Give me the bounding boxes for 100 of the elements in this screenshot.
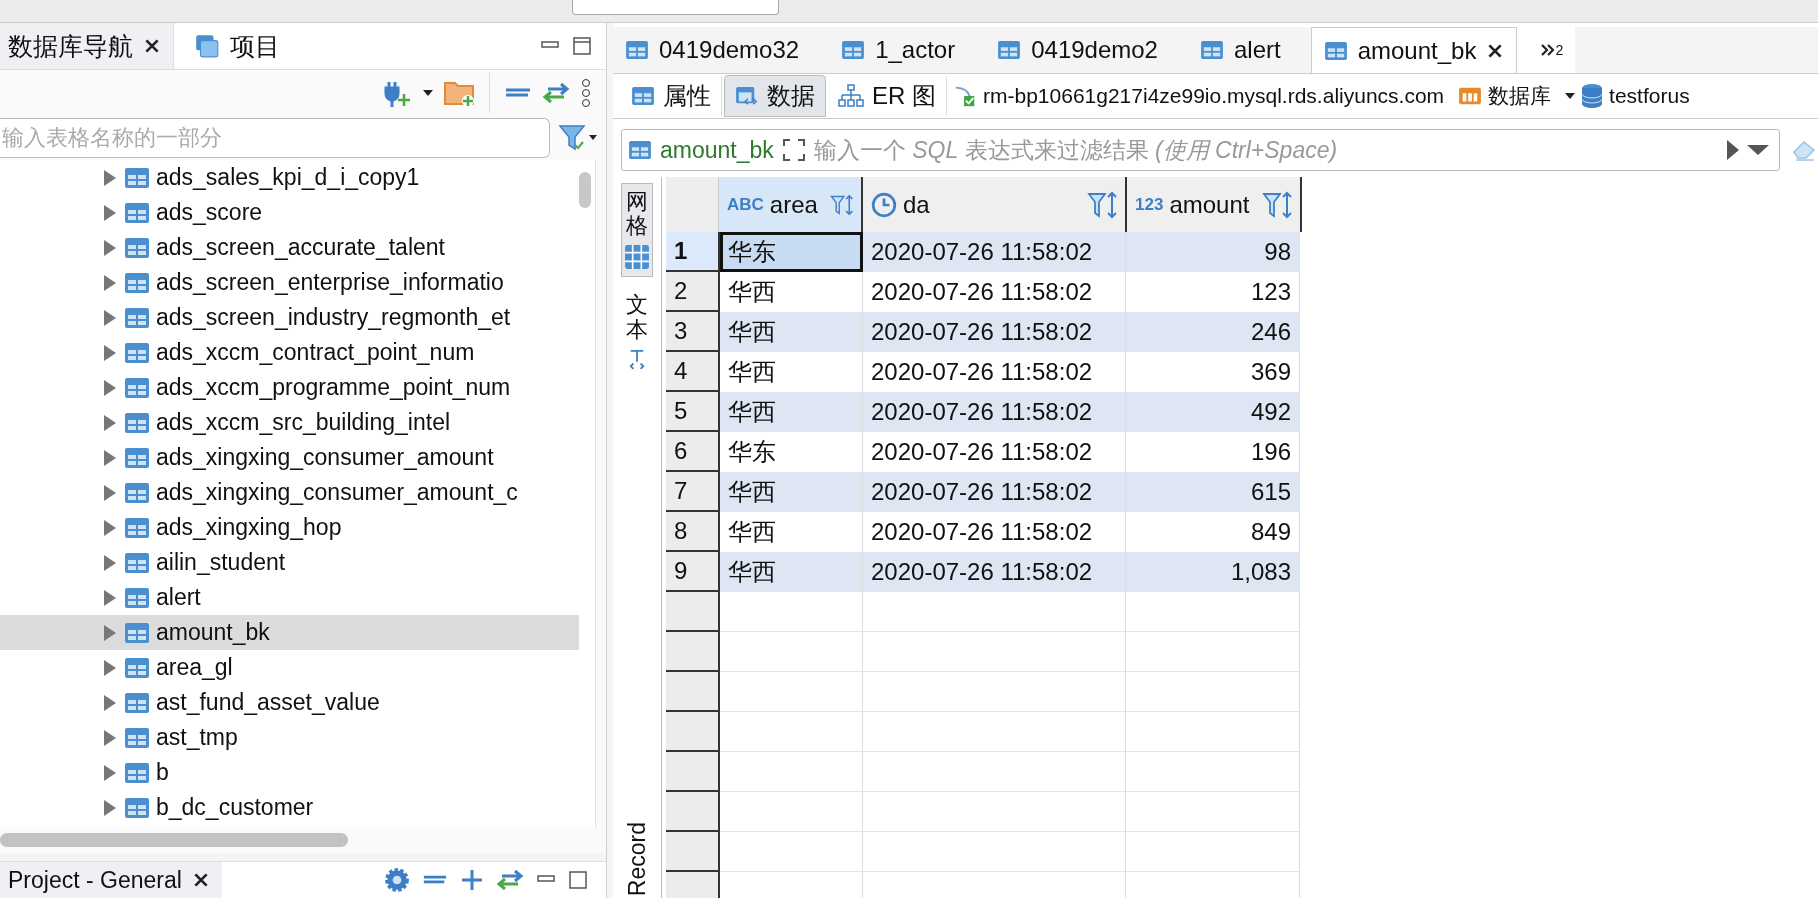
collapse-all-icon[interactable]: [504, 86, 532, 100]
record-toggle[interactable]: Record: [623, 819, 651, 898]
expand-arrow-icon[interactable]: [104, 729, 116, 746]
row-number[interactable]: 3: [666, 312, 720, 352]
table-tree-item[interactable]: ads_xingxing_hop: [0, 510, 579, 545]
expand-arrow-icon[interactable]: [104, 449, 116, 466]
scrollbar-thumb[interactable]: [579, 172, 591, 208]
database-selector[interactable]: 数据库: [1488, 82, 1552, 110]
swap-arrows-icon[interactable]: [542, 82, 570, 104]
expand-arrow-icon[interactable]: [104, 379, 116, 396]
filter-icon[interactable]: [558, 123, 598, 153]
expand-arrow-icon[interactable]: [104, 624, 116, 641]
dropdown-caret-icon[interactable]: [423, 88, 433, 98]
swap-arrows-icon[interactable]: [496, 869, 524, 891]
editor-tab[interactable]: alert: [1187, 27, 1311, 73]
close-icon[interactable]: [143, 37, 161, 55]
editor-sub-tab[interactable]: 数据: [724, 75, 826, 117]
editor-tab[interactable]: 0419demo2: [985, 27, 1188, 73]
schema-selector[interactable]: testforus: [1609, 84, 1690, 108]
maximize-icon[interactable]: [568, 870, 588, 890]
expand-arrow-icon[interactable]: [104, 169, 116, 186]
table-icon: [124, 411, 150, 434]
table-icon: [997, 40, 1022, 60]
table-icon: [124, 481, 150, 504]
table-tree-item[interactable]: ailin_student: [0, 545, 579, 580]
table-tree-item[interactable]: ads_xccm_programme_point_num: [0, 370, 579, 405]
table-tree-item[interactable]: b: [0, 755, 579, 790]
table-icon: [124, 201, 150, 224]
table-tree-item[interactable]: ads_score: [0, 195, 579, 230]
more-tabs-button[interactable]: 2: [1517, 27, 1576, 73]
panel-tab[interactable]: 数据库导航: [0, 23, 174, 69]
gear-icon[interactable]: [384, 867, 410, 893]
table-cell: 2020-07-26 11:58:02: [863, 392, 1126, 432]
table-tree-item[interactable]: amount_bk: [0, 615, 579, 650]
row-number[interactable]: 6: [666, 432, 720, 472]
expand-arrow-icon[interactable]: [104, 309, 116, 326]
table-name-label: amount_bk: [660, 136, 774, 164]
expand-arrow-icon[interactable]: [104, 414, 116, 431]
column-header[interactable]: 123 amount: [1127, 177, 1302, 232]
expand-arrow-icon[interactable]: [104, 204, 116, 221]
row-number[interactable]: 2: [666, 272, 720, 312]
play-icon[interactable]: [1727, 140, 1739, 160]
row-number[interactable]: 9: [666, 552, 720, 592]
column-header[interactable]: ABC area: [719, 177, 863, 232]
connection-host[interactable]: rm-bp10661g217i4ze99io.mysql.rds.aliyuncs.com: [983, 84, 1445, 108]
expand-arrow-icon[interactable]: [104, 694, 116, 711]
table-tree-item[interactable]: ast_tmp: [0, 720, 579, 755]
table-tree-item[interactable]: ads_screen_accurate_talent: [0, 230, 579, 265]
filter-sort-icon[interactable]: [1262, 190, 1292, 219]
row-number[interactable]: 5: [666, 392, 720, 432]
expand-arrow-icon[interactable]: [104, 659, 116, 676]
expand-arrow-icon[interactable]: [104, 239, 116, 256]
table-tree-item[interactable]: ads_xccm_contract_point_num: [0, 335, 579, 370]
editor-tab[interactable]: 0419demo32: [613, 27, 830, 73]
filter-field[interactable]: amount_bk 输入一个 SQL 表达式来过滤结果 (使用 Ctrl+Space): [621, 129, 1780, 171]
expand-icon[interactable]: [781, 138, 806, 162]
plus-icon[interactable]: [460, 868, 484, 892]
expand-arrow-icon[interactable]: [104, 344, 116, 361]
editor-tab[interactable]: 1_actor: [829, 27, 986, 73]
expand-arrow-icon[interactable]: [104, 274, 116, 291]
table-cell: 2020-07-26 11:58:02: [863, 312, 1126, 352]
dropdown-caret-icon[interactable]: [1747, 143, 1769, 157]
expand-arrow-icon[interactable]: [104, 519, 116, 536]
row-number[interactable]: 8: [666, 512, 720, 552]
editor-tab[interactable]: amount_bk: [1310, 27, 1518, 73]
editor-sub-tab[interactable]: ER 图: [828, 76, 947, 116]
editor-sub-tab[interactable]: 属性: [621, 76, 722, 116]
table-tree-item[interactable]: ads_screen_enterprise_informatio: [0, 265, 579, 300]
row-number[interactable]: 4: [666, 352, 720, 392]
table-tree-item[interactable]: ast_fund_asset_value: [0, 685, 579, 720]
filter-sort-icon[interactable]: [1087, 190, 1117, 219]
panel-tab[interactable]: Project - General: [0, 862, 222, 898]
table-cell: 615: [1126, 472, 1300, 512]
column-header[interactable]: da: [863, 177, 1127, 232]
expand-arrow-icon[interactable]: [104, 799, 116, 816]
expand-arrow-icon[interactable]: [104, 484, 116, 501]
table-tree-item[interactable]: ads_screen_industry_regmonth_et: [0, 300, 579, 335]
table-tree-item[interactable]: ads_xccm_src_building_intel: [0, 405, 579, 440]
expand-arrow-icon[interactable]: [104, 554, 116, 571]
maximize-icon[interactable]: [572, 36, 592, 56]
table-cell: 2020-07-26 11:58:02: [863, 472, 1126, 512]
view-tab[interactable]: 文本: [624, 287, 650, 376]
table-tree-item[interactable]: ads_xingxing_consumer_amount_c: [0, 475, 579, 510]
row-header: [666, 592, 720, 632]
table-icon: [124, 691, 150, 714]
database-grid-icon: [1458, 86, 1483, 106]
table-tree-item[interactable]: alert: [0, 580, 579, 615]
scrollbar-thumb[interactable]: [0, 833, 348, 847]
row-number[interactable]: 7: [666, 472, 720, 512]
table-tree-item[interactable]: area_gl: [0, 650, 579, 685]
dropdown-caret-icon[interactable]: [1565, 91, 1576, 101]
expand-arrow-icon[interactable]: [104, 764, 116, 781]
table-tree-item[interactable]: ads_sales_kpi_d_i_copy1: [0, 160, 579, 195]
table-tree-item[interactable]: ads_xingxing_consumer_amount: [0, 440, 579, 475]
row-number[interactable]: 1: [666, 232, 720, 272]
view-tab[interactable]: 网格: [621, 183, 653, 278]
more-icon[interactable]: [580, 78, 592, 108]
table-tree-item[interactable]: b_dc_customer: [0, 790, 579, 825]
table-code-icon: [735, 86, 759, 106]
expand-arrow-icon[interactable]: [104, 589, 116, 606]
